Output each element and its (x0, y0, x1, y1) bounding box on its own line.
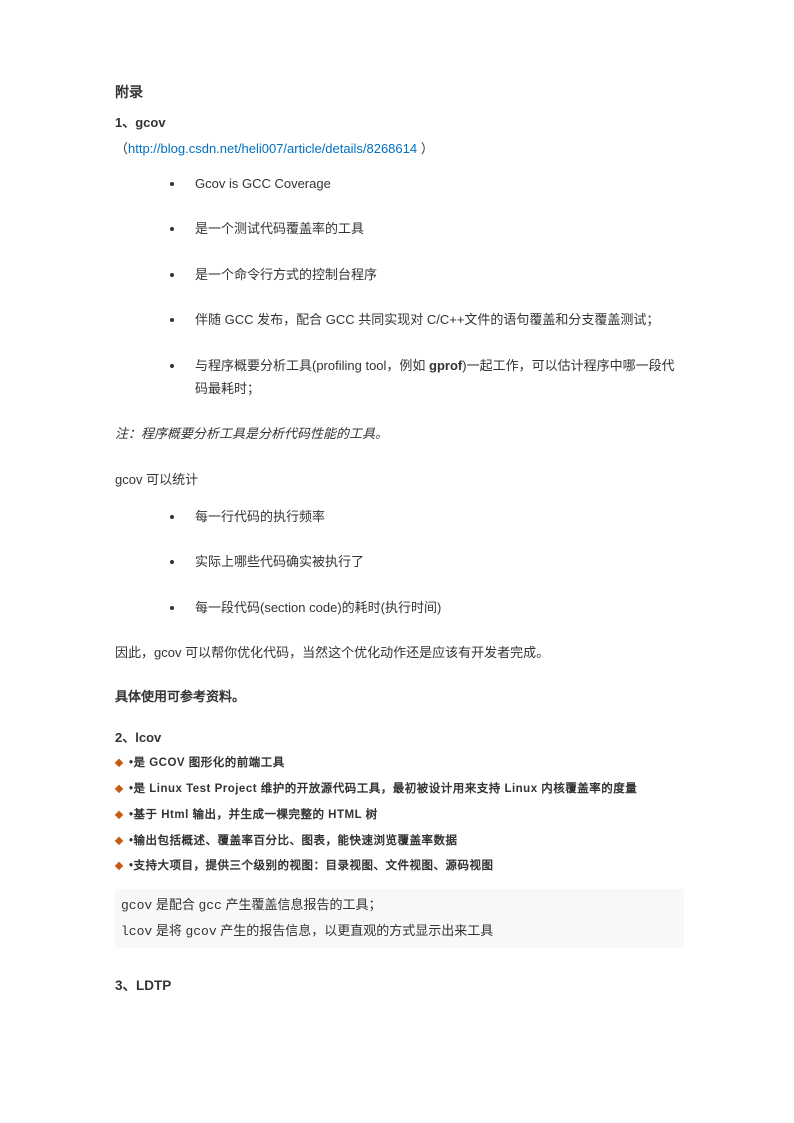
section-2-heading: 2、lcov (115, 726, 684, 749)
note-text: 注：程序概要分析工具是分析代码性能的工具。 (115, 422, 684, 445)
list-item: 是一个命令行方式的控制台程序 (185, 263, 684, 286)
section-3-heading: 3、LDTP (115, 974, 684, 998)
lcov-item-text: •基于 Html 输出，并生成一棵完整的 HTML 树 (129, 809, 378, 821)
bullet-icon: ⬥ (115, 831, 129, 852)
list-item: 实际上哪些代码确实被执行了 (185, 550, 684, 573)
list-item: Gcov is GCC Coverage (185, 172, 684, 195)
gcov-stats-list: 每一行代码的执行频率 实际上哪些代码确实被执行了 每一段代码(section c… (115, 505, 684, 619)
bullet-icon: ⬥ (115, 856, 129, 877)
link-suffix: ） (417, 141, 434, 156)
lcov-item-text: •支持大项目，提供三个级别的视图：目录视图、文件视图、源码视图 (129, 860, 494, 872)
gcov-stats-intro: gcov 可以统计 (115, 468, 684, 491)
gcov-lcov-description: gcov 是配合 gcc 产生覆盖信息报告的工具； lcov 是将 gcov 产… (115, 889, 684, 948)
gcov-features-list: Gcov is GCC Coverage 是一个测试代码覆盖率的工具 是一个命令… (115, 172, 684, 400)
bullet-icon: ⬥ (115, 753, 129, 774)
list-item: ⬥•输出包括概述、覆盖率百分比、图表，能快速浏览覆盖率数据 (115, 831, 684, 852)
list-item: ⬥•基于 Html 输出，并生成一棵完整的 HTML 树 (115, 805, 684, 826)
list-item: 伴随 GCC 发布，配合 GCC 共同实现对 C/C++文件的语句覆盖和分支覆盖… (185, 308, 684, 331)
section-1-heading: 1、gcov (115, 111, 684, 134)
code-line-2: lcov 是将 gcov 产生的报告信息，以更直观的方式显示出来工具 (121, 919, 678, 945)
bullet-icon: ⬥ (115, 779, 129, 800)
gcov-reference: 具体使用可参考资料。 (115, 685, 684, 708)
appendix-title: 附录 (115, 80, 684, 105)
source-link[interactable]: http://blog.csdn.net/heli007/article/det… (128, 141, 417, 156)
list-item: 是一个测试代码覆盖率的工具 (185, 217, 684, 240)
list-item: 每一行代码的执行频率 (185, 505, 684, 528)
list-item: ⬥•是 GCOV 图形化的前端工具 (115, 753, 684, 774)
list-item: 与程序概要分析工具(profiling tool，例如 gprof)一起工作，可… (185, 354, 684, 401)
link-prefix: （ (115, 141, 128, 156)
bullet-icon: ⬥ (115, 805, 129, 826)
lcov-item-text: •是 Linux Test Project 维护的开放源代码工具，最初被设计用来… (129, 783, 637, 795)
list-item: ⬥•支持大项目，提供三个级别的视图：目录视图、文件视图、源码视图 (115, 856, 684, 877)
list-item: ⬥•是 Linux Test Project 维护的开放源代码工具，最初被设计用… (115, 779, 684, 800)
lcov-item-text: •输出包括概述、覆盖率百分比、图表，能快速浏览覆盖率数据 (129, 835, 458, 847)
code-line-1: gcov 是配合 gcc 产生覆盖信息报告的工具； (121, 893, 678, 919)
source-link-line: （http://blog.csdn.net/heli007/article/de… (115, 137, 684, 160)
lcov-features-list: ⬥•是 GCOV 图形化的前端工具 ⬥•是 Linux Test Project… (115, 753, 684, 876)
list-item: 每一段代码(section code)的耗时(执行时间) (185, 596, 684, 619)
gcov-summary: 因此，gcov 可以帮你优化代码，当然这个优化动作还是应该有开发者完成。 (115, 641, 684, 664)
lcov-item-text: •是 GCOV 图形化的前端工具 (129, 757, 285, 769)
